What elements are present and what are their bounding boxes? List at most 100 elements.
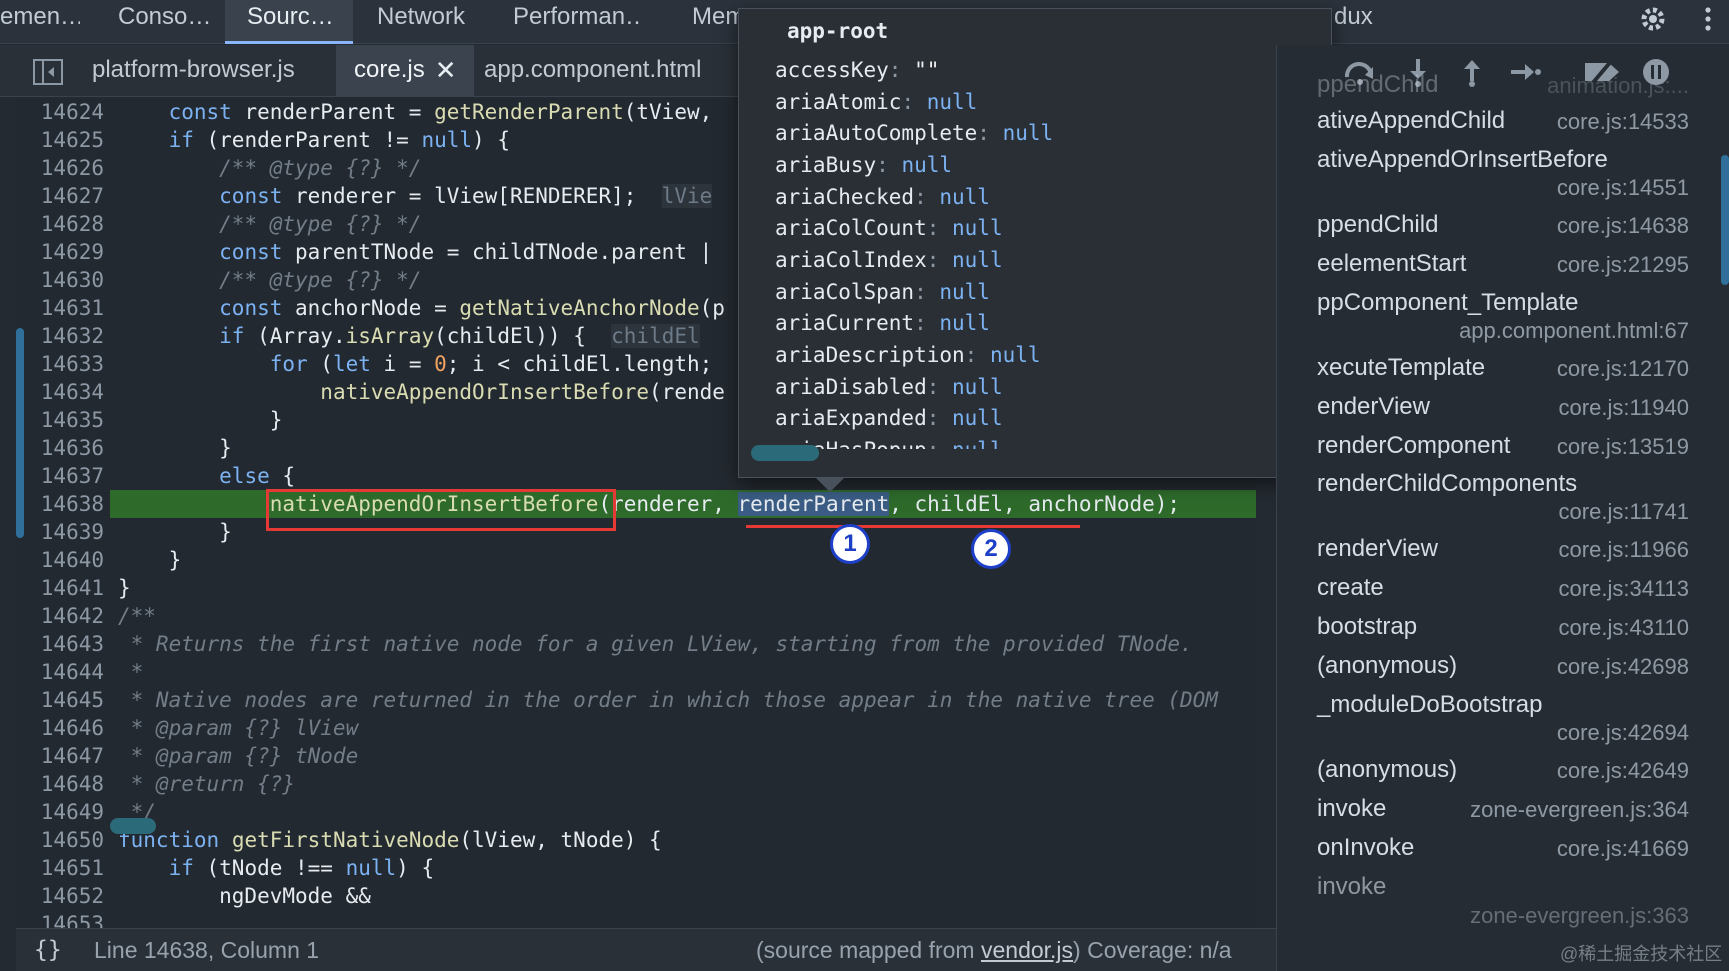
pretty-print-button[interactable]: {}	[34, 929, 62, 971]
line-number[interactable]: 14634	[16, 378, 104, 406]
line-number[interactable]: 14636	[16, 434, 104, 462]
line-number[interactable]: 14627	[16, 182, 104, 210]
panel-scrollbar[interactable]	[1721, 155, 1729, 285]
line-number[interactable]: 14645	[16, 686, 104, 714]
call-frame-name[interactable]: ppComponent_Template	[1317, 289, 1579, 317]
property-row[interactable]: ariaCurrent: null	[775, 308, 990, 338]
tab-network[interactable]: Network	[377, 0, 477, 44]
line-number[interactable]: 14630	[16, 266, 104, 294]
call-frame-location[interactable]: animation.js:...	[1547, 73, 1689, 99]
property-row[interactable]: ariaDisabled: null	[775, 372, 1003, 402]
source-map-link[interactable]: vendor.js	[981, 937, 1073, 963]
line-number[interactable]: 14628	[16, 210, 104, 238]
tab-sources[interactable]: Sourc…	[225, 0, 353, 44]
line-number[interactable]: 14624	[16, 98, 104, 126]
line-number[interactable]: 14649	[16, 798, 104, 826]
tab-redux[interactable]: dux	[1334, 0, 1384, 44]
call-frame-name[interactable]: xecuteTemplate	[1317, 354, 1485, 382]
call-frame-name[interactable]: ppendChild	[1317, 211, 1438, 239]
call-frame-name[interactable]: bootstrap	[1317, 613, 1417, 641]
property-row[interactable]: accessKey: ""	[775, 55, 939, 85]
step-out-icon[interactable]	[1455, 57, 1489, 87]
line-number[interactable]: 14643	[16, 630, 104, 658]
call-frame-location[interactable]: core.js:12170	[1557, 356, 1689, 382]
file-tab-app-component[interactable]: app.component.html	[484, 45, 701, 97]
call-frame-location[interactable]: core.js:11966	[1559, 537, 1689, 563]
line-number[interactable]: 14625	[16, 126, 104, 154]
line-number[interactable]: 14626	[16, 154, 104, 182]
line-number[interactable]: 14635	[16, 406, 104, 434]
call-frame-name[interactable]: create	[1317, 574, 1384, 602]
call-frame-location[interactable]: core.js:42694	[1557, 720, 1689, 746]
line-number[interactable]: 14641	[16, 574, 104, 602]
call-frame-location[interactable]: core.js:42649	[1557, 758, 1689, 784]
file-tab-platform-browser[interactable]: platform-browser.js	[92, 45, 295, 97]
call-frame-name[interactable]: onInvoke	[1317, 834, 1414, 862]
property-row[interactable]: ariaDescription: null	[775, 340, 1041, 370]
line-number[interactable]: 14647	[16, 742, 104, 770]
line-number[interactable]: 14639	[16, 518, 104, 546]
call-frame-location[interactable]: core.js:11940	[1559, 395, 1689, 421]
call-frame-location[interactable]: core.js:42698	[1557, 654, 1689, 680]
line-number[interactable]: 14650	[16, 826, 104, 854]
call-frame-name[interactable]: ativeAppendOrInsertBefore	[1317, 146, 1608, 174]
line-number[interactable]: 14651	[16, 854, 104, 882]
tab-elements[interactable]: emen…	[0, 0, 80, 44]
step-icon[interactable]	[1509, 57, 1543, 87]
call-frame-name[interactable]: renderChildComponents	[1317, 470, 1577, 498]
call-frame-location[interactable]: zone-evergreen.js:363	[1470, 903, 1689, 929]
call-frame-location[interactable]: core.js:43110	[1559, 615, 1689, 641]
property-row[interactable]: ariaAtomic: null	[775, 87, 977, 117]
call-frame-location[interactable]: core.js:34113	[1559, 576, 1689, 602]
line-number[interactable]: 14642	[16, 602, 104, 630]
line-number[interactable]: 14646	[16, 714, 104, 742]
more-options-icon[interactable]	[1698, 4, 1718, 34]
line-number[interactable]: 14648	[16, 770, 104, 798]
call-frame-location[interactable]: zone-evergreen.js:364	[1470, 797, 1689, 823]
editor-horizontal-scrollbar[interactable]	[110, 818, 156, 834]
property-row[interactable]: ariaChecked: null	[775, 182, 990, 212]
call-frame-location[interactable]: core.js:41669	[1557, 836, 1689, 862]
line-number[interactable]: 14653	[16, 910, 104, 928]
call-frame-name[interactable]: _moduleDoBootstrap	[1317, 691, 1542, 719]
toggle-navigator-icon[interactable]	[33, 59, 63, 85]
property-row[interactable]: ariaAutoComplete: null	[775, 118, 1053, 148]
line-number[interactable]: 14644	[16, 658, 104, 686]
object-preview-popover[interactable]: app-root accessKey: "" ariaAtomic: null …	[738, 8, 1332, 478]
property-row[interactable]: ariaColIndex: null	[775, 245, 1003, 275]
call-frame-name[interactable]: (anonymous)	[1317, 756, 1457, 784]
tab-console[interactable]: Conso…	[118, 0, 214, 44]
property-list[interactable]: accessKey: "" ariaAtomic: null ariaAutoC…	[739, 49, 1299, 449]
call-frame-location[interactable]: core.js:14533	[1557, 109, 1689, 135]
call-frame-location[interactable]: core.js:14638	[1557, 213, 1689, 239]
line-number[interactable]: 14638	[16, 490, 104, 518]
property-row[interactable]: ariaExpanded: null	[775, 403, 1003, 433]
call-frame-location[interactable]: core.js:11741	[1559, 499, 1689, 525]
tab-performance[interactable]: Performan…	[513, 0, 643, 44]
line-number[interactable]: 14629	[16, 238, 104, 266]
call-frame-name[interactable]: ppendChild	[1317, 71, 1438, 99]
call-frame-name[interactable]: enderView	[1317, 393, 1430, 421]
call-frame-location[interactable]: core.js:13519	[1557, 434, 1689, 460]
tab-memory[interactable]: Mem	[692, 0, 738, 44]
line-number[interactable]: 14652	[16, 882, 104, 910]
property-row[interactable]: ariaColSpan: null	[775, 277, 990, 307]
line-number[interactable]: 14633	[16, 350, 104, 378]
line-number[interactable]: 14640	[16, 546, 104, 574]
file-tab-core[interactable]: core.js ✕	[336, 45, 475, 97]
line-number[interactable]: 14632	[16, 322, 104, 350]
call-frame-location[interactable]: core.js:21295	[1557, 252, 1689, 278]
property-row[interactable]: ariaColCount: null	[775, 213, 1003, 243]
call-frame-name[interactable]: invoke	[1317, 873, 1386, 901]
popover-horizontal-scrollbar[interactable]	[751, 445, 819, 461]
call-frame-name[interactable]: invoke	[1317, 795, 1386, 823]
call-frame-name[interactable]: renderView	[1317, 535, 1438, 563]
close-icon[interactable]: ✕	[435, 45, 457, 95]
gear-icon[interactable]	[1638, 4, 1668, 34]
call-frame-location[interactable]: app.component.html:67	[1459, 318, 1689, 344]
call-frame-name[interactable]: ativeAppendChild	[1317, 107, 1505, 135]
line-number[interactable]: 14637	[16, 462, 104, 490]
call-frame-name[interactable]: renderComponent	[1317, 432, 1510, 460]
property-row[interactable]: ariaBusy: null	[775, 150, 952, 180]
line-number[interactable]: 14631	[16, 294, 104, 322]
